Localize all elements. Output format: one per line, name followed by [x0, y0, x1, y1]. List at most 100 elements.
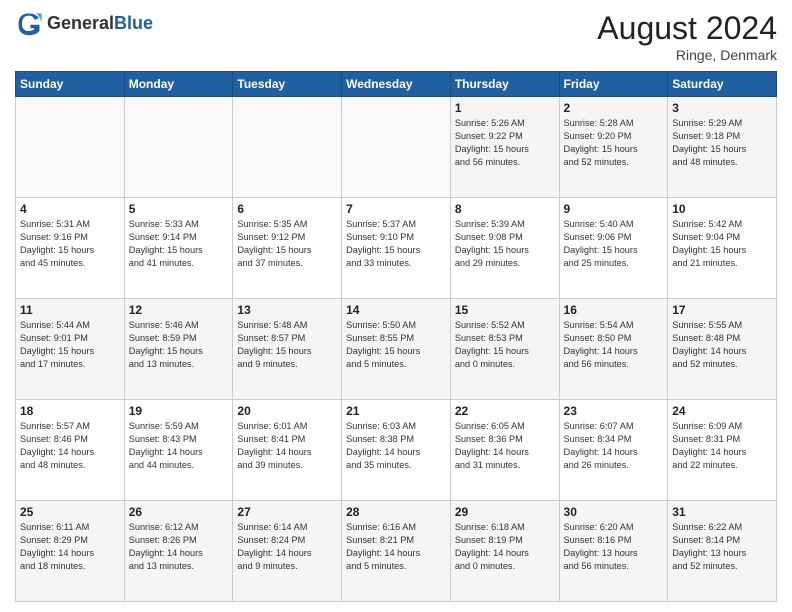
day-number: 30: [564, 505, 664, 519]
calendar-cell: 3 Sunrise: 5:29 AMSunset: 9:18 PMDaylight…: [668, 97, 777, 198]
day-info: Sunrise: 5:37 AMSunset: 9:10 PMDaylight:…: [346, 218, 446, 270]
calendar-cell: 5Sunrise: 5:33 AMSunset: 9:14 PMDaylight…: [124, 198, 233, 299]
day-info: Sunrise: 6:11 AMSunset: 8:29 PMDaylight:…: [20, 521, 120, 573]
calendar-cell: 21 Sunrise: 6:03 AMSunset: 8:38 PMDayligh…: [342, 400, 451, 501]
location: Ringe, Denmark: [597, 47, 777, 63]
col-thursday: Thursday: [450, 72, 559, 97]
day-info: Sunrise: 5:28 AMSunset: 9:20 PMDaylight:…: [564, 117, 664, 169]
calendar-cell: 1Sunrise: 5:26 AMSunset: 9:22 PMDaylight…: [450, 97, 559, 198]
day-number: 12: [129, 303, 229, 317]
calendar-cell: 8Sunrise: 5:39 AMSunset: 9:08 PMDaylight…: [450, 198, 559, 299]
day-number: 19: [129, 404, 229, 418]
calendar-cell: [233, 97, 342, 198]
calendar-cell: 31Sunrise: 6:22 AMSunset: 8:14 PMDayligh…: [668, 501, 777, 602]
day-info: Sunrise: 6:14 AMSunset: 8:24 PMDaylight:…: [237, 521, 337, 573]
calendar-cell: 23Sunrise: 6:07 AMSunset: 8:34 PMDayligh…: [559, 400, 668, 501]
calendar-cell: 25 Sunrise: 6:11 AMSunset: 8:29 PMDayligh…: [16, 501, 125, 602]
col-monday: Monday: [124, 72, 233, 97]
calendar-cell: 9 Sunrise: 5:40 AMSunset: 9:06 PMDaylight…: [559, 198, 668, 299]
day-number: 7: [346, 202, 446, 216]
day-info: Sunrise: 5:48 AMSunset: 8:57 PMDaylight:…: [237, 319, 337, 371]
day-info: Sunrise: 6:12 AMSunset: 8:26 PMDaylight:…: [129, 521, 229, 573]
day-number: 29: [455, 505, 555, 519]
day-number: 22: [455, 404, 555, 418]
day-info: Sunrise: 6:22 AMSunset: 8:14 PMDaylight:…: [672, 521, 772, 573]
calendar-cell: 27 Sunrise: 6:14 AMSunset: 8:24 PMDayligh…: [233, 501, 342, 602]
day-number: 27: [237, 505, 337, 519]
calendar-week-1: 1Sunrise: 5:26 AMSunset: 9:22 PMDaylight…: [16, 97, 777, 198]
day-number: 18: [20, 404, 120, 418]
title-block: August 2024 Ringe, Denmark: [597, 10, 777, 63]
day-info: Sunrise: 6:16 AMSunset: 8:21 PMDaylight:…: [346, 521, 446, 573]
day-number: 28: [346, 505, 446, 519]
day-number: 11: [20, 303, 120, 317]
day-info: Sunrise: 5:46 AMSunset: 8:59 PMDaylight:…: [129, 319, 229, 371]
day-number: 2: [564, 101, 664, 115]
logo-icon: [15, 10, 43, 38]
header: General Blue August 2024 Ringe, Denmark: [15, 10, 777, 63]
calendar-cell: 16Sunrise: 5:54 AMSunset: 8:50 PMDayligh…: [559, 299, 668, 400]
day-number: 8: [455, 202, 555, 216]
day-number: 1: [455, 101, 555, 115]
day-info: Sunrise: 5:55 AMSunset: 8:48 PMDaylight:…: [672, 319, 772, 371]
calendar-cell: 18 Sunrise: 5:57 AMSunset: 8:46 PMDayligh…: [16, 400, 125, 501]
calendar-body: 1Sunrise: 5:26 AMSunset: 9:22 PMDaylight…: [16, 97, 777, 602]
day-number: 26: [129, 505, 229, 519]
day-info: Sunrise: 5:44 AMSunset: 9:01 PMDaylight:…: [20, 319, 120, 371]
day-number: 15: [455, 303, 555, 317]
calendar-cell: 28 Sunrise: 6:16 AMSunset: 8:21 PMDayligh…: [342, 501, 451, 602]
day-info: Sunrise: 5:42 AMSunset: 9:04 PMDaylight:…: [672, 218, 772, 270]
day-info: Sunrise: 5:52 AMSunset: 8:53 PMDaylight:…: [455, 319, 555, 371]
day-number: 25: [20, 505, 120, 519]
col-saturday: Saturday: [668, 72, 777, 97]
calendar-week-4: 18 Sunrise: 5:57 AMSunset: 8:46 PMDayligh…: [16, 400, 777, 501]
calendar-cell: 4Sunrise: 5:31 AMSunset: 9:16 PMDaylight…: [16, 198, 125, 299]
calendar-cell: 13 Sunrise: 5:48 AMSunset: 8:57 PMDayligh…: [233, 299, 342, 400]
calendar-cell: 29 Sunrise: 6:18 AMSunset: 8:19 PMDayligh…: [450, 501, 559, 602]
day-info: Sunrise: 5:57 AMSunset: 8:46 PMDaylight:…: [20, 420, 120, 472]
calendar-cell: [342, 97, 451, 198]
day-info: Sunrise: 6:09 AMSunset: 8:31 PMDaylight:…: [672, 420, 772, 472]
calendar-cell: 20Sunrise: 6:01 AMSunset: 8:41 PMDayligh…: [233, 400, 342, 501]
logo: General Blue: [15, 10, 153, 38]
day-number: 17: [672, 303, 772, 317]
day-number: 24: [672, 404, 772, 418]
col-tuesday: Tuesday: [233, 72, 342, 97]
day-number: 10: [672, 202, 772, 216]
calendar-cell: 7 Sunrise: 5:37 AMSunset: 9:10 PMDaylight…: [342, 198, 451, 299]
calendar-cell: 22Sunrise: 6:05 AMSunset: 8:36 PMDayligh…: [450, 400, 559, 501]
day-info: Sunrise: 5:35 AMSunset: 9:12 PMDaylight:…: [237, 218, 337, 270]
calendar-cell: 30 Sunrise: 6:20 AMSunset: 8:16 PMDayligh…: [559, 501, 668, 602]
calendar-header-row: Sunday Monday Tuesday Wednesday Thursday…: [16, 72, 777, 97]
calendar-cell: 6 Sunrise: 5:35 AMSunset: 9:12 PMDaylight…: [233, 198, 342, 299]
day-number: 4: [20, 202, 120, 216]
day-info: Sunrise: 5:40 AMSunset: 9:06 PMDaylight:…: [564, 218, 664, 270]
day-number: 9: [564, 202, 664, 216]
calendar-table: Sunday Monday Tuesday Wednesday Thursday…: [15, 71, 777, 602]
calendar-cell: 24 Sunrise: 6:09 AMSunset: 8:31 PMDayligh…: [668, 400, 777, 501]
day-info: Sunrise: 5:59 AMSunset: 8:43 PMDaylight:…: [129, 420, 229, 472]
logo-text: General Blue: [47, 14, 153, 34]
calendar-cell: 12 Sunrise: 5:46 AMSunset: 8:59 PMDayligh…: [124, 299, 233, 400]
day-info: Sunrise: 6:18 AMSunset: 8:19 PMDaylight:…: [455, 521, 555, 573]
day-number: 13: [237, 303, 337, 317]
day-number: 3: [672, 101, 772, 115]
day-number: 21: [346, 404, 446, 418]
calendar-cell: 2 Sunrise: 5:28 AMSunset: 9:20 PMDaylight…: [559, 97, 668, 198]
col-wednesday: Wednesday: [342, 72, 451, 97]
day-number: 16: [564, 303, 664, 317]
day-number: 6: [237, 202, 337, 216]
calendar-cell: 26 Sunrise: 6:12 AMSunset: 8:26 PMDayligh…: [124, 501, 233, 602]
calendar-cell: 10 Sunrise: 5:42 AMSunset: 9:04 PMDayligh…: [668, 198, 777, 299]
calendar-week-2: 4Sunrise: 5:31 AMSunset: 9:16 PMDaylight…: [16, 198, 777, 299]
day-info: Sunrise: 6:20 AMSunset: 8:16 PMDaylight:…: [564, 521, 664, 573]
page: General Blue August 2024 Ringe, Denmark …: [0, 0, 792, 612]
calendar-cell: [16, 97, 125, 198]
day-number: 20: [237, 404, 337, 418]
day-info: Sunrise: 6:03 AMSunset: 8:38 PMDaylight:…: [346, 420, 446, 472]
logo-general: General: [47, 14, 114, 34]
day-info: Sunrise: 5:29 AMSunset: 9:18 PMDaylight:…: [672, 117, 772, 169]
day-info: Sunrise: 5:33 AMSunset: 9:14 PMDaylight:…: [129, 218, 229, 270]
day-number: 14: [346, 303, 446, 317]
logo-blue: Blue: [114, 14, 153, 34]
